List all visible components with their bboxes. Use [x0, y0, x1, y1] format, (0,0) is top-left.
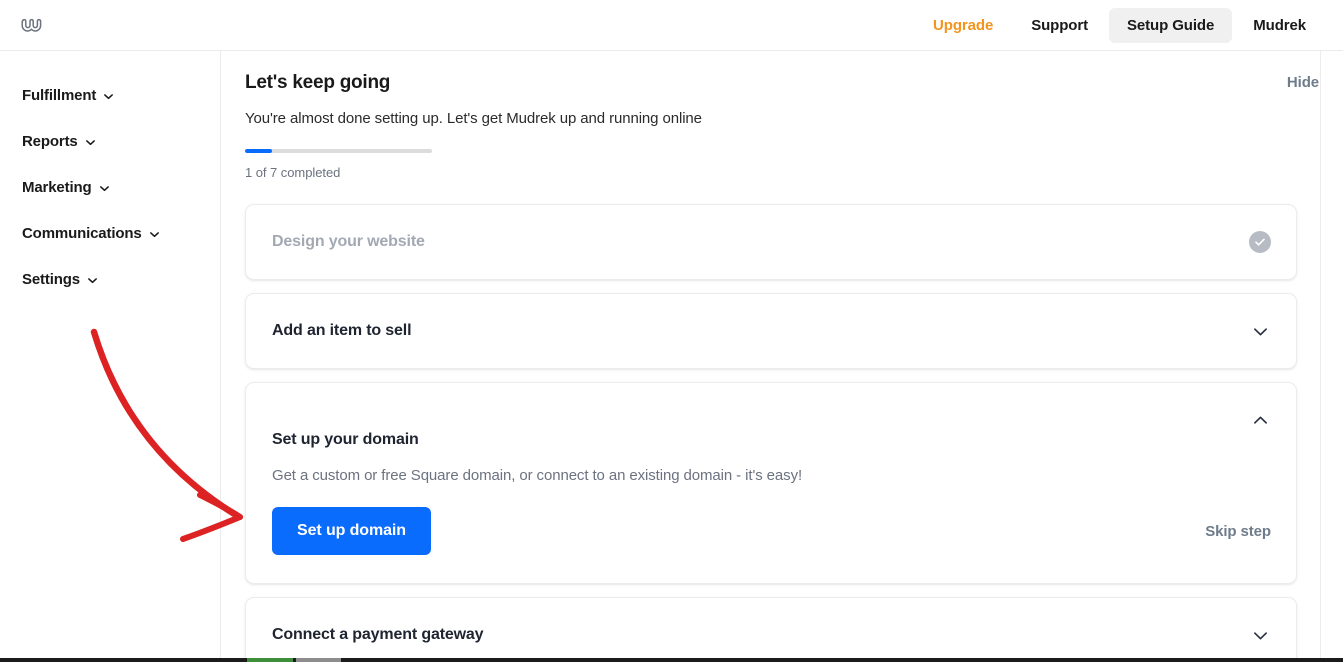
left-sidebar: Fulfillment Reports Marketing Communicat…	[0, 51, 221, 662]
chevron-down-icon	[103, 91, 114, 102]
sidebar-item-reports[interactable]: Reports	[0, 118, 220, 164]
step-collapse-toggle[interactable]	[1249, 409, 1271, 431]
header-nav: Upgrade Support Setup Guide Mudrek	[914, 0, 1325, 51]
main-content: Let's keep going You're almost done sett…	[222, 51, 1343, 662]
chevron-down-icon	[99, 183, 110, 194]
skip-step-link[interactable]: Skip step	[1205, 523, 1271, 540]
sidebar-item-settings[interactable]: Settings	[0, 256, 220, 302]
sidebar-item-label: Fulfillment	[22, 86, 97, 104]
step-actions: Set up domain Skip step	[272, 507, 1271, 555]
setup-guide-page: Upgrade Support Setup Guide Mudrek Fulfi…	[0, 0, 1343, 662]
step-description: Get a custom or free Square domain, or c…	[272, 467, 803, 484]
step-status	[1249, 231, 1271, 253]
content-right-divider	[1320, 51, 1321, 662]
progress-label: 1 of 7 completed	[245, 165, 341, 180]
sidebar-item-fulfillment[interactable]: Fulfillment	[0, 72, 220, 118]
step-title: Design your website	[272, 233, 425, 250]
sidebar-item-marketing[interactable]: Marketing	[0, 164, 220, 210]
progress-track	[245, 149, 432, 153]
bottom-bar-segment-gray	[296, 658, 341, 662]
nav-upgrade[interactable]: Upgrade	[914, 0, 1012, 51]
setup-step-list: Design your website Add an item to sell	[222, 204, 1343, 662]
sidebar-item-label: Marketing	[22, 178, 92, 196]
check-circle-icon	[1249, 231, 1271, 253]
setup-progress: 1 of 7 completed	[245, 149, 1343, 180]
bottom-clipped-bar	[0, 658, 1343, 662]
chevron-down-icon	[1252, 323, 1269, 340]
chevron-up-icon	[1252, 412, 1269, 429]
bottom-bar-segment-green	[247, 658, 293, 662]
hide-button[interactable]: Hide	[1287, 74, 1319, 91]
progress-fill	[245, 149, 272, 153]
step-expand-toggle[interactable]	[1249, 320, 1271, 342]
step-title: Connect a payment gateway	[272, 626, 484, 643]
chevron-down-icon	[85, 137, 96, 148]
sidebar-item-communications[interactable]: Communications	[0, 210, 220, 256]
chevron-down-icon	[87, 275, 98, 286]
step-card-add-an-item-to-sell[interactable]: Add an item to sell	[245, 293, 1297, 369]
set-up-domain-button[interactable]: Set up domain	[272, 507, 431, 555]
step-expand-toggle[interactable]	[1249, 624, 1271, 646]
step-title: Add an item to sell	[272, 322, 412, 339]
nav-support[interactable]: Support	[1012, 0, 1107, 51]
step-card-connect-a-payment-gateway[interactable]: Connect a payment gateway	[245, 597, 1297, 662]
page-title: Let's keep going	[245, 72, 391, 93]
step-title: Set up your domain	[272, 431, 419, 448]
page-subtitle: You're almost done setting up. Let's get…	[245, 110, 702, 127]
sidebar-item-label: Settings	[22, 270, 80, 288]
chevron-down-icon	[1252, 627, 1269, 644]
sidebar-item-label: Reports	[22, 132, 78, 150]
chevron-down-icon	[149, 229, 160, 240]
setup-guide-panel-header: Let's keep going You're almost done sett…	[222, 51, 1343, 180]
step-card-set-up-your-domain[interactable]: Set up your domain Get a custom or free …	[245, 382, 1297, 584]
nav-setup-guide[interactable]: Setup Guide	[1109, 8, 1233, 43]
step-card-design-your-website[interactable]: Design your website	[245, 204, 1297, 280]
top-header-bar: Upgrade Support Setup Guide Mudrek	[0, 0, 1343, 51]
nav-account[interactable]: Mudrek	[1234, 0, 1325, 51]
sidebar-item-label: Communications	[22, 224, 142, 242]
weebly-w-logo-icon[interactable]	[0, 0, 62, 51]
